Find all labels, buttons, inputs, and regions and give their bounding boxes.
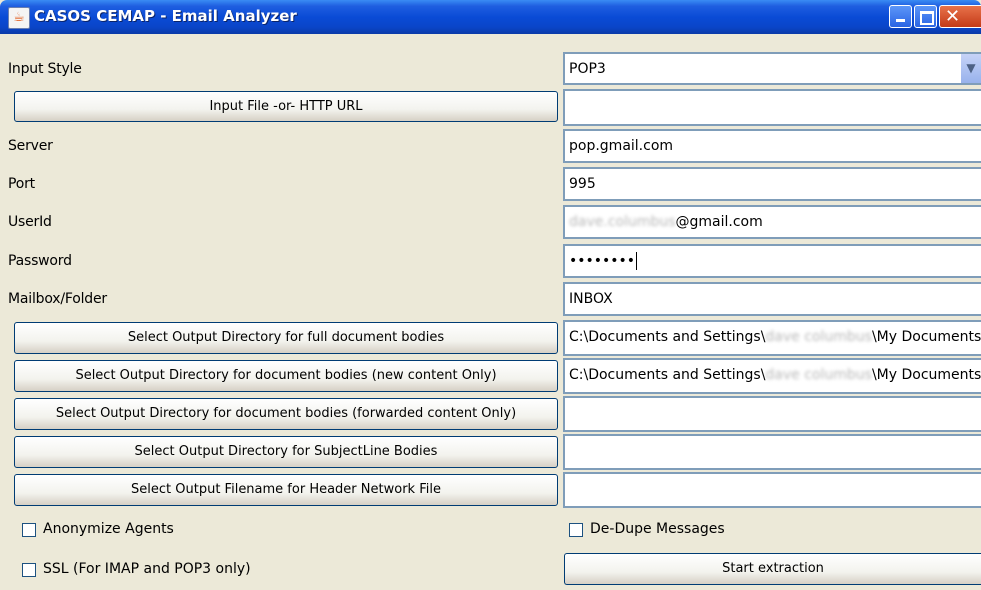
output-full-field[interactable]: C:\Documents and Settings\dave columbus\…	[563, 320, 981, 356]
output-subject-field[interactable]	[563, 434, 981, 470]
start-extraction-button[interactable]: Start extraction	[564, 553, 981, 585]
select-output-header-button[interactable]: Select Output Filename for Header Networ…	[14, 474, 558, 506]
input-style-select[interactable]: POP3 ▼	[563, 52, 981, 85]
title-bar[interactable]: ☕ CASOS CEMAP - Email Analyzer ✕	[0, 0, 981, 34]
select-output-forwarded-button[interactable]: Select Output Directory for document bod…	[14, 398, 558, 430]
output-new-path-suffix: \My Documents	[871, 367, 981, 383]
output-header-field[interactable]	[563, 472, 981, 508]
input-file-field[interactable]	[563, 89, 981, 126]
select-output-full-button[interactable]: Select Output Directory for full documen…	[14, 322, 558, 354]
ssl-label: SSL (For IMAP and POP3 only)	[43, 561, 251, 577]
close-button[interactable]: ✕	[939, 5, 981, 28]
dedupe-label: De-Dupe Messages	[590, 521, 725, 537]
anonymize-label: Anonymize Agents	[43, 521, 174, 537]
port-field[interactable]: 995	[563, 167, 981, 201]
select-output-subject-button[interactable]: Select Output Directory for SubjectLine …	[14, 436, 558, 468]
close-icon: ✕	[945, 6, 961, 27]
password-label: Password	[8, 253, 72, 269]
output-full-path-suffix: \My Documents	[871, 329, 981, 345]
port-label: Port	[8, 176, 35, 192]
text-cursor	[636, 252, 638, 270]
input-style-value: POP3	[569, 61, 606, 77]
input-style-label: Input Style	[8, 61, 82, 77]
output-new-field[interactable]: C:\Documents and Settings\dave columbus\…	[563, 358, 981, 394]
password-masked-value: ••••••••	[569, 253, 636, 269]
dedupe-checkbox[interactable]	[569, 523, 583, 537]
anonymize-checkbox[interactable]	[22, 523, 36, 537]
mailbox-field[interactable]: INBOX	[563, 282, 981, 316]
chevron-down-icon[interactable]: ▼	[961, 54, 981, 83]
output-full-path-blurred: dave columbus	[765, 329, 872, 345]
server-label: Server	[8, 138, 53, 154]
output-full-path-prefix: C:\Documents and Settings\	[569, 329, 766, 345]
password-field[interactable]: ••••••••	[563, 244, 981, 278]
output-new-path-prefix: C:\Documents and Settings\	[569, 367, 766, 383]
input-file-button[interactable]: Input File -or- HTTP URL	[14, 91, 558, 122]
userid-field[interactable]: dave.columbus@gmail.com	[563, 205, 981, 239]
java-cup-icon: ☕	[8, 7, 30, 29]
userid-blurred-text: dave.columbus	[569, 214, 676, 230]
userid-domain-text: @gmail.com	[675, 214, 763, 230]
userid-label: UserId	[8, 214, 52, 230]
select-output-new-button[interactable]: Select Output Directory for document bod…	[14, 360, 558, 392]
maximize-button[interactable]	[914, 5, 937, 28]
ssl-checkbox[interactable]	[22, 563, 36, 577]
mailbox-label: Mailbox/Folder	[8, 291, 107, 307]
server-field[interactable]: pop.gmail.com	[563, 129, 981, 163]
output-forwarded-field[interactable]	[563, 396, 981, 432]
output-new-path-blurred: dave columbus	[765, 367, 872, 383]
minimize-button[interactable]	[889, 5, 912, 28]
window-title: CASOS CEMAP - Email Analyzer	[34, 7, 297, 25]
